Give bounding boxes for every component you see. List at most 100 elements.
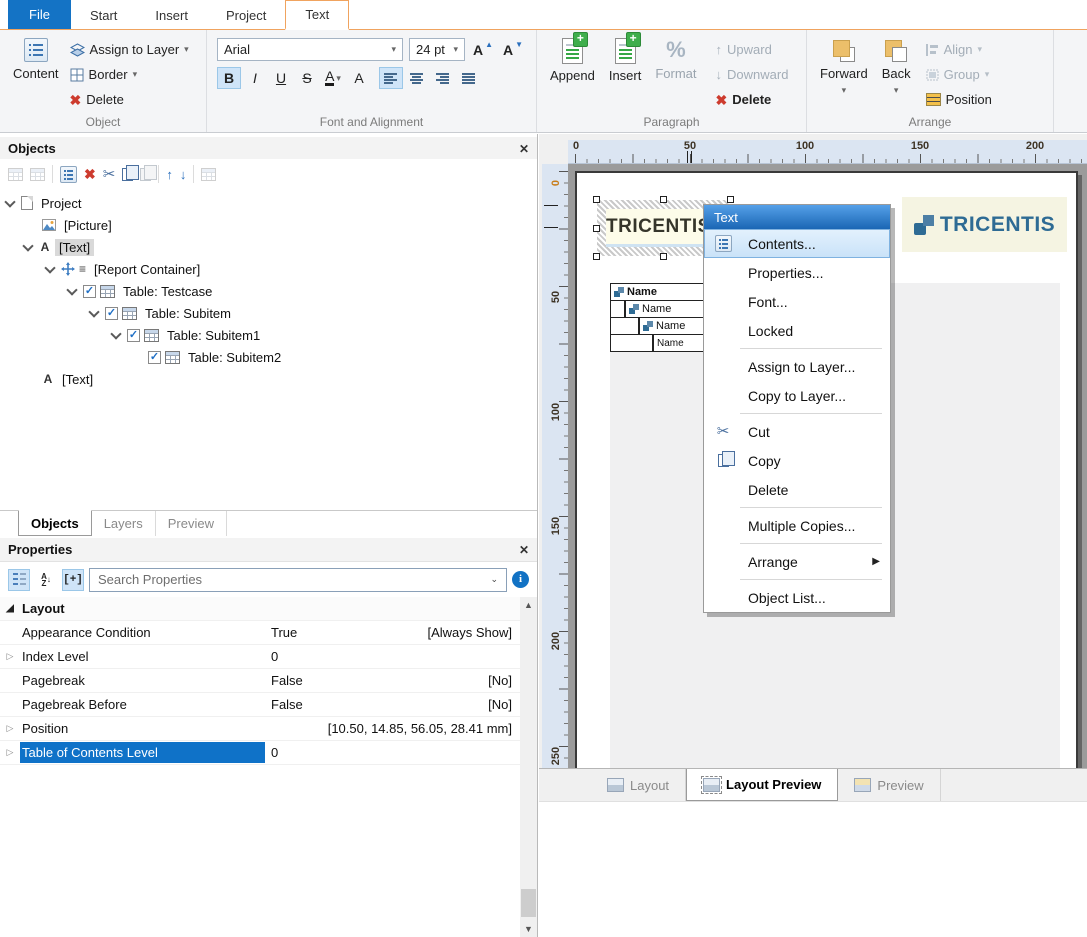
menu-item-locked[interactable]: Locked xyxy=(704,316,890,345)
grow-font-button[interactable]: A▲ xyxy=(471,39,495,61)
expand-all-button[interactable]: [+] xyxy=(62,569,84,591)
expander-icon[interactable]: ▷ xyxy=(0,747,20,758)
tab-file[interactable]: File xyxy=(8,0,71,29)
tab-insert[interactable]: Insert xyxy=(136,2,207,29)
view-tab-layout-preview[interactable]: Layout Preview xyxy=(686,769,838,801)
back-button[interactable]: Back ▾ xyxy=(875,35,918,114)
upward-button[interactable]: ↑Upward xyxy=(712,37,793,62)
panel-tab-preview[interactable]: Preview xyxy=(156,511,227,536)
move-up-icon[interactable]: ↑ xyxy=(166,167,173,182)
format-button[interactable]: % Format xyxy=(648,35,703,114)
bold-button[interactable]: B xyxy=(217,67,241,89)
scroll-up-icon[interactable]: ▲ xyxy=(520,597,537,613)
scrollbar-thumb[interactable] xyxy=(521,889,536,917)
property-row[interactable]: Appearance Condition True [Always Show] xyxy=(0,621,520,645)
menu-item-arrange[interactable]: Arrange ▶ xyxy=(704,547,890,576)
close-icon[interactable]: ✕ xyxy=(519,142,529,156)
append-button[interactable]: Append xyxy=(543,35,602,114)
property-row[interactable]: Pagebreak False [No] xyxy=(0,669,520,693)
info-icon[interactable]: i xyxy=(512,571,529,588)
resize-handle[interactable] xyxy=(660,196,667,203)
expander-icon[interactable] xyxy=(66,284,77,295)
resize-handle[interactable] xyxy=(593,253,600,260)
search-properties-input[interactable]: Search Properties ⌄ xyxy=(89,568,507,592)
cut-icon[interactable]: ✂ xyxy=(103,167,116,182)
panel-tab-layers[interactable]: Layers xyxy=(92,511,156,536)
content-button[interactable]: Content xyxy=(6,35,66,114)
delete-icon[interactable]: ✖ xyxy=(84,167,96,181)
font-color-button[interactable]: A▾ xyxy=(321,67,345,89)
object-list-icon[interactable] xyxy=(201,168,216,181)
font-name-combo[interactable]: Arial▾ xyxy=(217,38,403,61)
resize-handle[interactable] xyxy=(593,225,600,232)
tree-item-project[interactable]: Project xyxy=(0,192,537,214)
copy-icon[interactable] xyxy=(122,168,133,181)
align-right-button[interactable] xyxy=(431,67,455,89)
tab-start[interactable]: Start xyxy=(71,2,136,29)
tricentis-logo-object[interactable]: TRICENTIS xyxy=(902,197,1067,252)
tree-item-table-subitem2[interactable]: ✓ Table: Subitem2 xyxy=(0,346,537,368)
expander-icon[interactable] xyxy=(88,306,99,317)
checkbox-checked[interactable]: ✓ xyxy=(127,329,140,342)
tab-text[interactable]: Text xyxy=(285,0,349,30)
expander-icon[interactable]: ▷ xyxy=(0,651,20,662)
menu-item-object-list[interactable]: Object List... xyxy=(704,583,890,612)
paste-icon[interactable] xyxy=(140,168,151,181)
tree-item-table-subitem[interactable]: ✓ Table: Subitem xyxy=(0,302,537,324)
menu-item-cut[interactable]: ✂ Cut xyxy=(704,417,890,446)
property-row[interactable]: ▷ Position [10.50, 14.85, 56.05, 28.41 m… xyxy=(0,717,520,741)
collapse-group-icon[interactable]: ◢ xyxy=(0,603,20,614)
panel-tab-objects[interactable]: Objects xyxy=(18,510,92,536)
checkbox-checked[interactable]: ✓ xyxy=(105,307,118,320)
close-icon[interactable]: ✕ xyxy=(519,543,529,557)
properties-scrollbar[interactable]: ▲ ▼ xyxy=(520,597,537,937)
resize-handle[interactable] xyxy=(727,196,734,203)
view-tab-preview[interactable]: Preview xyxy=(838,769,940,801)
delete-paragraph-button[interactable]: ✖Delete xyxy=(712,87,793,112)
font-size-combo[interactable]: 24 pt▾ xyxy=(409,38,465,61)
shrink-font-button[interactable]: A▼ xyxy=(501,39,525,61)
menu-item-delete[interactable]: Delete xyxy=(704,475,890,504)
justify-button[interactable] xyxy=(457,67,481,89)
tab-project[interactable]: Project xyxy=(207,2,285,29)
expander-icon[interactable] xyxy=(110,328,121,339)
expander-icon[interactable] xyxy=(22,240,33,251)
move-down-icon[interactable]: ↓ xyxy=(180,167,187,182)
tree-item-table-testcase[interactable]: ✓ Table: Testcase xyxy=(0,280,537,302)
tree-item-text[interactable]: A [Text] xyxy=(0,236,537,258)
downward-button[interactable]: ↓Downward xyxy=(712,62,793,87)
categorized-view-button[interactable] xyxy=(8,569,30,591)
border-button[interactable]: Border▾ xyxy=(66,62,193,87)
property-group-layout[interactable]: ◢ Layout xyxy=(0,597,520,621)
property-row-selected[interactable]: ▷ Table of Contents Level 0 xyxy=(0,741,520,765)
scroll-down-icon[interactable]: ▼ xyxy=(520,921,537,937)
page-viewport[interactable]: Name Name Name Name TRICENTIS xyxy=(568,164,1087,768)
menu-item-copy[interactable]: Copy xyxy=(704,446,890,475)
character-style-button[interactable]: A xyxy=(347,67,371,89)
tree-item-report-container[interactable]: ≡ [Report Container] xyxy=(0,258,537,280)
italic-button[interactable]: I xyxy=(243,67,267,89)
menu-item-copy-to-layer[interactable]: Copy to Layer... xyxy=(704,381,890,410)
group-button[interactable]: Group▾ xyxy=(922,62,996,87)
menu-item-contents[interactable]: Contents... xyxy=(704,229,890,258)
resize-handle[interactable] xyxy=(660,253,667,260)
insert-button[interactable]: Insert xyxy=(602,35,649,114)
position-button[interactable]: Position xyxy=(922,87,996,112)
menu-item-font[interactable]: Font... xyxy=(704,287,890,316)
tree-item-table-subitem1[interactable]: ✓ Table: Subitem1 xyxy=(0,324,537,346)
checkbox-checked[interactable]: ✓ xyxy=(148,351,161,364)
strikethrough-button[interactable]: S xyxy=(295,67,319,89)
forward-button[interactable]: Forward ▾ xyxy=(813,35,875,114)
view-tab-layout[interactable]: Layout xyxy=(591,769,686,801)
tree-item-picture[interactable]: [Picture] xyxy=(0,214,537,236)
underline-button[interactable]: U xyxy=(269,67,293,89)
tree-item-text-2[interactable]: A [Text] xyxy=(0,368,537,390)
alphabetical-sort-button[interactable]: AZ↓ xyxy=(35,569,57,591)
menu-item-multiple-copies[interactable]: Multiple Copies... xyxy=(704,511,890,540)
align-center-button[interactable] xyxy=(405,67,429,89)
expander-icon[interactable] xyxy=(44,262,55,273)
expander-icon[interactable] xyxy=(4,196,15,207)
contents-icon[interactable] xyxy=(60,166,77,183)
add-subtable-icon[interactable] xyxy=(30,168,45,181)
menu-item-properties[interactable]: Properties... xyxy=(704,258,890,287)
